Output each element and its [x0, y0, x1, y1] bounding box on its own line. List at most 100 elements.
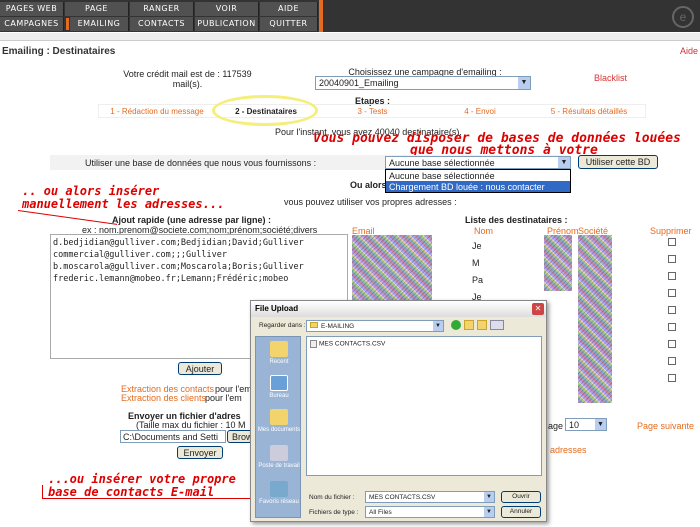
file-icon	[310, 340, 317, 348]
nav-pages-web[interactable]: PAGES WEB	[0, 2, 64, 16]
annotation-upload-1: ...ou insérer votre propre	[48, 472, 236, 486]
prenom-column-blurred	[544, 235, 572, 291]
list-nom: Je	[472, 241, 482, 251]
network-icon	[270, 481, 288, 497]
campaign-select[interactable]: 20040901_Emailing ▼	[315, 76, 531, 90]
or-text: Ou alors	[350, 180, 387, 190]
delete-checkbox[interactable]	[668, 289, 676, 297]
nav-aide[interactable]: AIDE	[260, 2, 318, 16]
places-bar: Recent Bureau Mes documents Poste de tra…	[255, 336, 301, 518]
db-dropdown: Aucune base sélectionnée Chargement BD l…	[385, 169, 571, 193]
filetype-select[interactable]: All Files ▼	[365, 506, 495, 518]
credit-text: Votre crédit mail est de : 117539 mail(s…	[123, 69, 252, 89]
file-list: MES CONTACTS.CSV	[306, 336, 542, 476]
filename-label: Nom du fichier :	[309, 494, 355, 501]
db-select[interactable]: Aucune base sélectionnée ▼	[385, 156, 571, 169]
nav-page-accueil[interactable]: PAGE ACCUEIL	[65, 2, 129, 27]
back-icon[interactable]	[451, 320, 461, 330]
new-folder-icon[interactable]	[477, 320, 487, 330]
lookin-label: Regarder dans :	[259, 322, 306, 329]
upload-path-input[interactable]: C:\Documents and Setti	[120, 430, 226, 443]
step-1[interactable]: 1 - Rédaction du message	[100, 107, 214, 116]
nav-publication[interactable]: PUBLICATION	[195, 17, 259, 31]
delete-checkbox[interactable]	[668, 357, 676, 365]
desktop-icon	[270, 375, 288, 391]
delete-checkbox[interactable]	[668, 238, 676, 246]
cancel-button[interactable]: Annuler	[501, 506, 541, 518]
nav-contacts[interactable]: CONTACTS	[130, 17, 194, 31]
page-title: Emailing : Destinataires	[2, 46, 116, 57]
nav-emailing[interactable]: EMAILING	[70, 17, 129, 31]
step-3[interactable]: 3 - Tests	[320, 107, 425, 116]
annotation-manual-1: .. ou alors insérer	[22, 184, 160, 198]
place-network[interactable]: Favoris réseau	[256, 481, 302, 505]
societe-column-blurred	[578, 235, 612, 403]
nav-voir[interactable]: VOIR	[195, 2, 259, 16]
logo-icon: e	[672, 6, 694, 28]
close-icon[interactable]: ✕	[532, 303, 544, 315]
delete-checkbox[interactable]	[668, 272, 676, 280]
delete-checkbox[interactable]	[668, 374, 676, 382]
blacklist-link[interactable]: Blacklist	[594, 73, 627, 83]
send-button[interactable]: Envoyer	[177, 446, 223, 459]
annotation-arrow	[17, 210, 118, 225]
lookin-select[interactable]: E-MAILING ▼	[306, 320, 444, 332]
chevron-down-icon: ▼	[433, 321, 443, 331]
list-title: Liste des destinataires :	[465, 215, 568, 225]
active-indicator	[66, 18, 69, 30]
annotation-upload-2: base de contacts E-mail	[48, 485, 215, 499]
subheader-bar	[0, 33, 700, 41]
add-button[interactable]: Ajouter	[178, 362, 222, 375]
filename-input[interactable]: MES CONTACTS.CSV ▼	[365, 491, 495, 503]
addresses-link[interactable]: adresses	[550, 445, 587, 455]
file-upload-dialog: File Upload ✕ Regarder dans : E-MAILING …	[250, 300, 547, 522]
db-option-rented[interactable]: Chargement BD louée : nous contacter	[386, 181, 570, 192]
page-size-select[interactable]: 10 ▼	[565, 418, 607, 431]
place-desktop[interactable]: Bureau	[256, 375, 302, 399]
place-label: Poste de travail	[258, 463, 300, 469]
place-documents[interactable]: Mes documents	[256, 409, 302, 433]
step-2[interactable]: 2 - Destinataires	[220, 107, 312, 116]
list-nom: M	[472, 258, 480, 268]
step-4[interactable]: 4 - Envoi	[430, 107, 530, 116]
place-label: Bureau	[269, 393, 289, 399]
nav-quitter[interactable]: QUITTER	[260, 17, 318, 31]
chevron-down-icon: ▼	[484, 507, 494, 517]
place-recent[interactable]: Recent	[256, 341, 302, 365]
recent-icon	[270, 341, 288, 357]
nav-campagnes[interactable]: CAMPAGNES	[0, 17, 64, 31]
nav-divider	[319, 0, 323, 32]
delete-checkbox[interactable]	[668, 306, 676, 314]
delete-checkbox[interactable]	[668, 255, 676, 263]
place-label: Mes documents	[257, 427, 301, 433]
view-menu-icon[interactable]	[490, 320, 504, 330]
list-nom: Pa	[472, 275, 484, 285]
extract-clients-link[interactable]: Extraction des clients	[121, 393, 206, 403]
upload-size: (Taille max du fichier : 10 M	[136, 420, 246, 430]
step-5[interactable]: 5 - Résultats détaillés	[535, 107, 643, 116]
db-option-none[interactable]: Aucune base sélectionnée	[386, 170, 570, 181]
delete-checkbox[interactable]	[668, 323, 676, 331]
next-page-link[interactable]: Page suivante	[637, 421, 694, 431]
own-addresses-text: vous pouvez utiliser vos propres adresse…	[284, 197, 457, 207]
delete-checkbox[interactable]	[668, 340, 676, 348]
chevron-down-icon: ▼	[518, 77, 530, 89]
db-selected: Aucune base sélectionnée	[389, 158, 495, 168]
annotation-manual-2: manuellement les adresses...	[22, 197, 225, 211]
nav-ranger[interactable]: RANGER	[130, 2, 194, 16]
chevron-down-icon: ▼	[484, 492, 494, 502]
col-nom[interactable]: Nom	[474, 226, 493, 236]
up-folder-icon[interactable]	[464, 320, 474, 330]
filetype-label: Fichiers de type :	[309, 509, 359, 516]
campaign-selected: 20040901_Emailing	[319, 78, 399, 88]
db-label: Utiliser une base de données que nous vo…	[85, 158, 317, 168]
place-computer[interactable]: Poste de travail	[256, 445, 302, 469]
top-navigation: PAGES WEB PAGE ACCUEIL RANGER VOIR AIDE …	[0, 0, 700, 32]
place-label: Favoris réseau	[259, 499, 299, 505]
open-button[interactable]: Ouvrir	[501, 491, 541, 503]
help-link[interactable]: Aide	[680, 46, 698, 56]
file-item[interactable]: MES CONTACTS.CSV	[310, 340, 385, 348]
use-db-button[interactable]: Utiliser cette BD	[578, 155, 658, 169]
filename-value: MES CONTACTS.CSV	[369, 494, 436, 501]
chevron-down-icon: ▼	[558, 157, 570, 168]
